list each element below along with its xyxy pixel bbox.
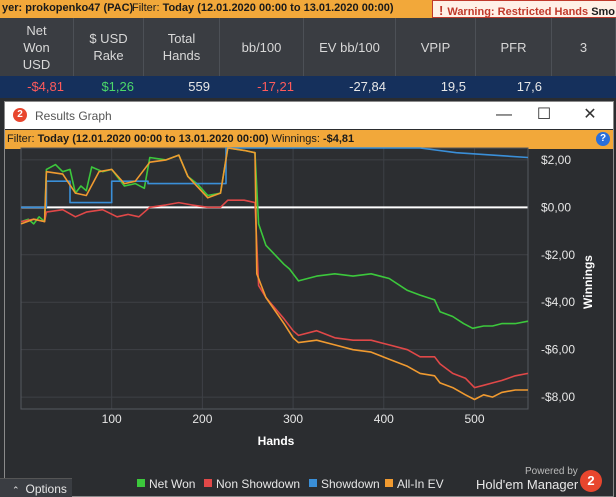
- brand-name: Hold'em Manager: [476, 477, 579, 492]
- y-tick-label: $2,00: [541, 153, 571, 167]
- x-tick-label: 500: [464, 412, 484, 426]
- legend-swatch: [385, 479, 393, 487]
- x-tick-label: 400: [374, 412, 394, 426]
- results-chart: 100 200 300 400 500 $2,00 $0,00 -$2,00 -$4,00 -$6…: [20, 147, 595, 448]
- x-tick-label: 100: [102, 412, 122, 426]
- legend-item[interactable]: Non Showdown: [204, 477, 300, 493]
- y-tick-label: $0,00: [541, 200, 571, 214]
- x-tick-label: 300: [283, 412, 303, 426]
- legend-label: All-In EV: [397, 477, 444, 491]
- y-tick-label: -$8,00: [541, 390, 575, 404]
- y-axis-label: Winnings: [581, 255, 595, 309]
- legend-item[interactable]: All-In EV: [385, 477, 444, 493]
- app-root: yer: prokopenko47 (PAC) Filter: Today (1…: [0, 0, 616, 497]
- legend-label: Showdown: [321, 477, 380, 491]
- brand-logo-icon: 2: [580, 470, 602, 492]
- x-axis-label: Hands: [258, 434, 295, 448]
- plot-area: [21, 148, 528, 409]
- y-tick-label: -$2,00: [541, 248, 575, 262]
- y-tick-label: -$4,00: [541, 295, 575, 309]
- caret-up-icon: ⌃: [12, 485, 20, 495]
- powered-by-label: Powered by: [525, 466, 578, 477]
- legend-swatch: [204, 479, 212, 487]
- x-tick-label: 200: [192, 412, 212, 426]
- legend-item[interactable]: Showdown: [309, 477, 380, 493]
- legend-swatch: [309, 479, 317, 487]
- y-tick-label: -$6,00: [541, 343, 575, 357]
- legend-swatch: [137, 479, 145, 487]
- legend-label: Non Showdown: [216, 477, 301, 491]
- legend-label: Net Won: [149, 477, 196, 491]
- options-label: Options: [25, 482, 67, 496]
- options-button[interactable]: ⌃ Options: [0, 478, 72, 497]
- legend-item[interactable]: Net Won: [137, 477, 195, 493]
